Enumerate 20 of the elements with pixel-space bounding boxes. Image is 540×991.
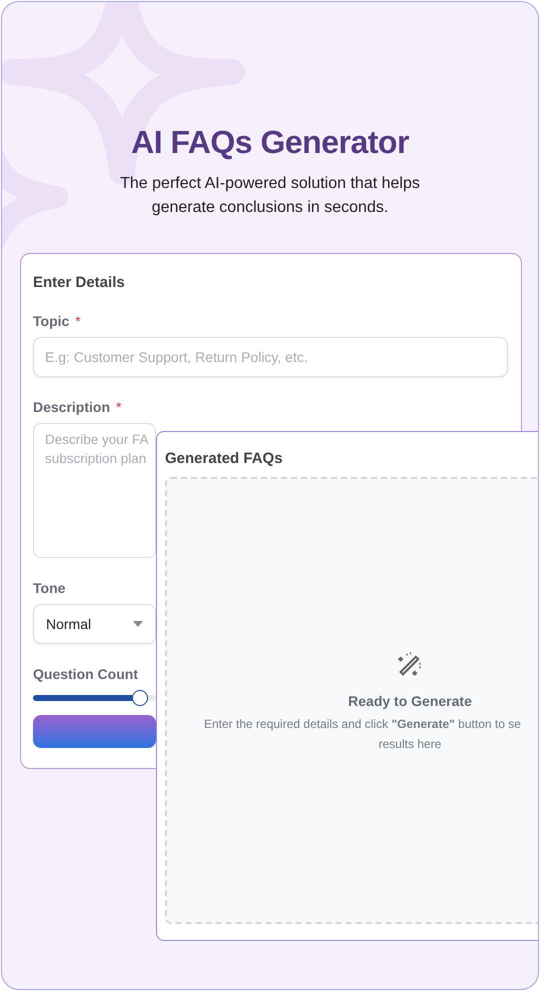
panel-heading: Generated FAQs [165, 450, 284, 467]
topic-field[interactable]: E.g: Customer Support, Return Policy, etc. [33, 337, 508, 377]
slider-thumb[interactable] [132, 690, 148, 706]
required-mark: * [116, 398, 122, 415]
empty-state-text: Enter the required details and click "Generate" button to se [204, 716, 521, 730]
page-title: AI FAQs Generator [131, 124, 409, 161]
subtitle-text: generate conclusions in seconds. [152, 199, 388, 217]
empty-state-title: Ready to Generate [348, 692, 472, 708]
dropdown-caret-icon [133, 620, 143, 627]
empty-state-text: results here [378, 736, 442, 750]
field-label: Topic [33, 313, 70, 329]
field-label: Question Count [33, 666, 138, 682]
count-slider[interactable] [33, 690, 156, 706]
subtitle-text: The perfect AI-powered solution that helps [120, 175, 420, 193]
field-label: Tone [33, 580, 66, 596]
field-label: Description [33, 398, 110, 415]
card-heading: Enter Details [33, 274, 126, 291]
placeholder-text: subscription plan [45, 450, 146, 466]
placeholder-text: Describe your FA [45, 432, 149, 447]
required-mark: * [75, 313, 81, 329]
